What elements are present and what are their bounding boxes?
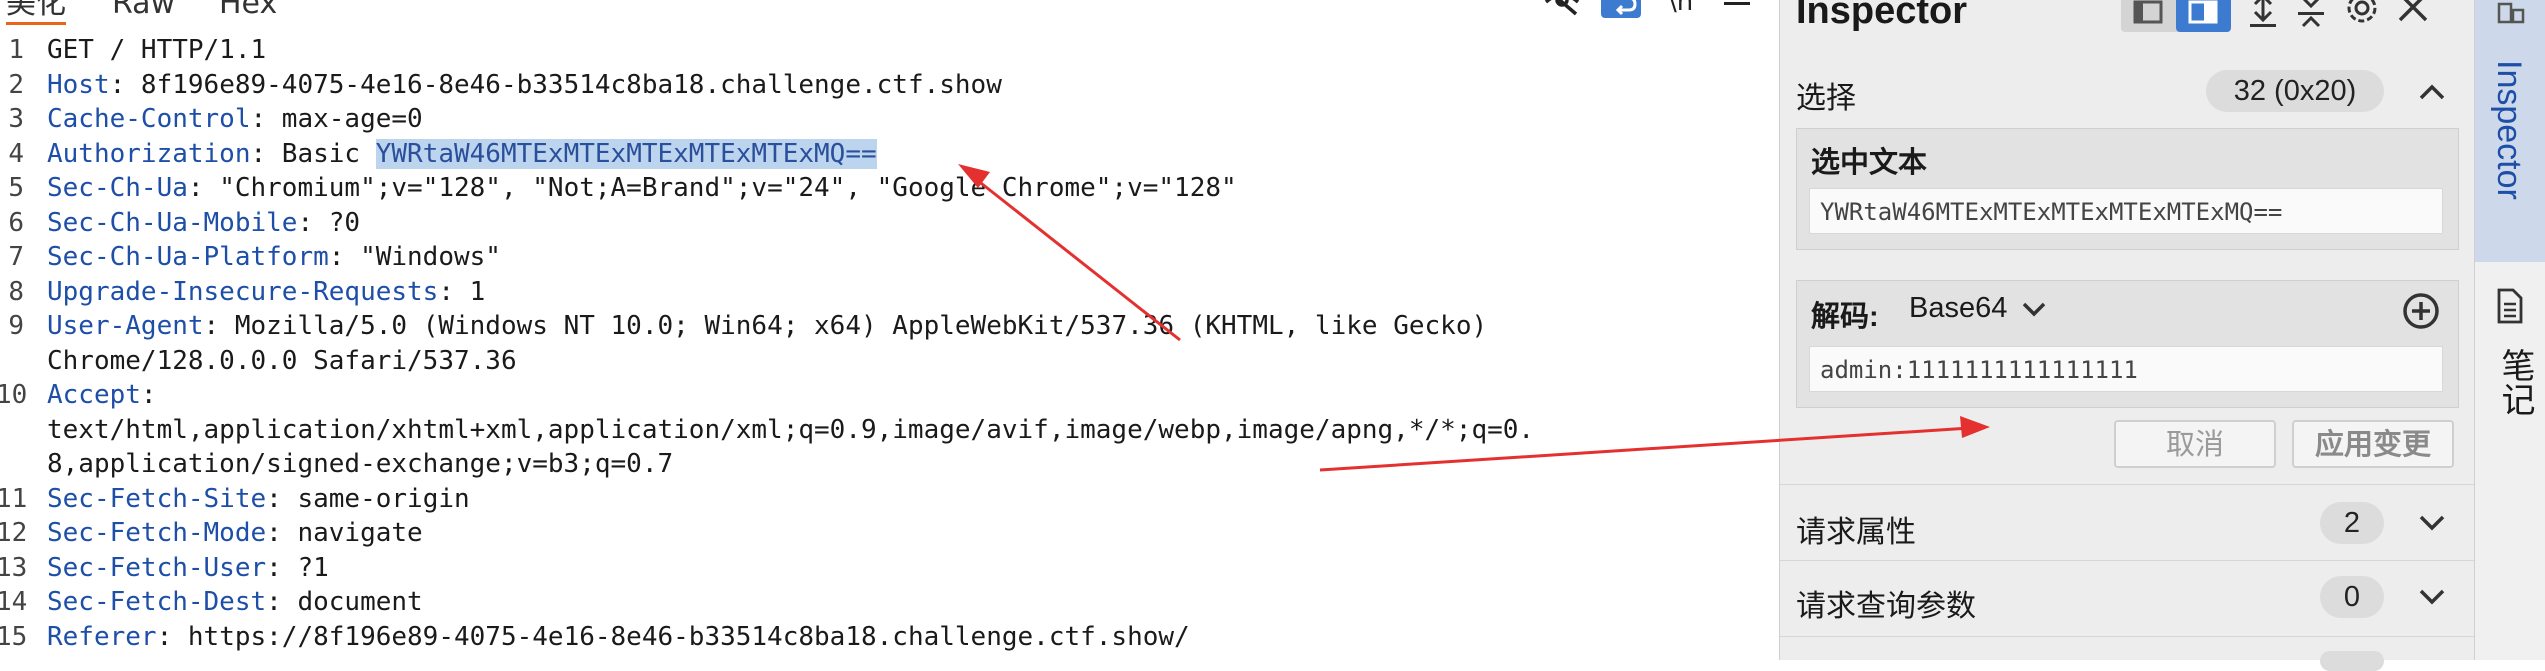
layout-toggle[interactable] [2121,0,2231,32]
expand-all-icon[interactable] [2246,0,2280,32]
decoded-value-field[interactable]: admin:1111111111111111 [1809,346,2443,392]
close-icon[interactable] [2396,0,2432,32]
selected-text-panel: 选中文本 YWRtaW46MTExMTExMTExMTExMTExMQ== [1796,128,2459,250]
code-line: 3 Cache-Control: max-age=0 [8,104,423,134]
query-params-row[interactable]: 请求查询参数 0 [1780,560,2474,636]
code-line: Chrome/128.0.0.0 Safari/537.36 [47,345,517,376]
header-name: Sec-Ch-Ua-Mobile [47,207,298,238]
request-attributes-count: 2 [2320,502,2384,544]
decode-label: 解码: [1811,301,1879,333]
hide-nonprintable-icon[interactable] [1542,0,1582,22]
rail-inspector-label: Inspector [2490,60,2528,200]
chevron-down-icon [2419,589,2445,605]
decoder-value: Base64 [1909,292,2008,324]
rail-inspector-tab[interactable]: Inspector [2475,0,2545,262]
header-name: Referer [47,621,157,652]
selected-text-title: 选中文本 [1811,147,1928,179]
header-name: Upgrade-Insecure-Requests [47,276,439,307]
code-line: 15 Referer: https://8f196e89-4075-4e16-8e… [0,621,1190,652]
chevron-up-icon[interactable] [2417,82,2447,102]
header-name: Sec-Fetch-Mode [47,518,267,548]
request-body[interactable]: 1 GET / HTTP/1.1 2 Host: 8f196e89-4075-4e1… [0,33,1778,654]
notes-icon [2497,288,2523,324]
code-line: 2 Host: 8f196e89-4075-4e16-8e46-b33514c8b… [8,69,1002,100]
request-attributes-label: 请求属性 [1796,516,1916,549]
query-params-label: 请求查询参数 [1796,590,1976,623]
svg-text:\n: \n [1668,0,1693,17]
header-name: Sec-Fetch-Dest [47,587,267,617]
tab-raw[interactable]: Raw [112,0,175,22]
add-decoder-icon[interactable] [2401,291,2441,331]
code-line: 8 Upgrade-Insecure-Requests: 1 [8,276,486,307]
code-line: 6 Sec-Ch-Ua-Mobile: ?0 [8,207,361,238]
code-line: 14 Sec-Fetch-Dest: document [0,587,423,617]
header-name: Accept [47,380,141,410]
code-line: text/html,application/xhtml+xml,applicat… [47,414,1535,445]
code-line: 5 Sec-Ch-Ua: "Chromium";v="128", "Not;A=B… [8,173,1237,203]
header-name: Cache-Control [47,104,251,134]
menu-icon[interactable] [1718,0,1758,22]
request-editor: 美化 Raw Hex \n 1 GET / HTTP/1.1 2 Host: 8f1… [0,0,1778,660]
code-line: 8,application/signed-exchange;v=b3;q=0.7 [47,449,674,479]
code-line: 1 GET / HTTP/1.1 [8,35,267,65]
code-line: 9 User-Agent: Mozilla/5.0 (Windows NT 10.… [8,311,1488,341]
cancel-button[interactable]: 取消 [2114,420,2276,468]
inspector-title: Inspector [1796,0,1968,32]
header-name: Sec-Ch-Ua [47,173,188,203]
editor-tabs: 美化 Raw Hex \n [0,0,1778,25]
selection-count: 32 (0x20) [2206,70,2384,112]
header-name: User-Agent [47,311,204,341]
side-rail: Inspector 笔记 [2474,0,2545,660]
gear-icon[interactable] [2342,0,2382,32]
code-line: 13 Sec-Fetch-User: ?1 [0,552,329,583]
code-line: 4 Authorization: Basic YWRtaW46MTExMTExMT… [8,138,877,169]
apply-changes-button[interactable]: 应用变更 [2292,420,2454,468]
inspector-icon [2497,2,2525,24]
decode-panel: 解码: Base64 admin:1111111111111111 [1796,280,2459,408]
chevron-down-icon [2419,515,2445,531]
code-line: 10 Accept: [0,380,157,410]
tab-pretty[interactable]: 美化 [6,0,66,25]
header-name: Authorization [47,138,251,169]
wrap-lines-icon[interactable] [1601,0,1641,20]
selected-text-field[interactable]: YWRtaW46MTExMTExMTExMTExMTExMQ== [1809,188,2443,234]
decoder-select[interactable]: Base64 [1909,287,2047,329]
newline-icon[interactable]: \n [1664,0,1704,22]
selection-label: 选择 [1796,82,1856,115]
header-name: Sec-Fetch-Site [47,483,267,514]
selected-credentials[interactable]: YWRtaW46MTExMTExMTExMTExMTExMQ== [375,138,877,169]
rail-notes-tab[interactable]: 笔记 [2475,262,2545,462]
header-name: Sec-Ch-Ua-Platform [47,242,329,272]
rail-notes-label: 笔记 [2496,348,2534,416]
code-line: 7 Sec-Ch-Ua-Platform: "Windows" [8,242,501,272]
header-name: Host [47,69,110,100]
next-section-row [1780,636,2474,671]
chevron-down-icon [2023,303,2046,317]
tab-hex[interactable]: Hex [219,0,277,22]
collapse-all-icon[interactable] [2294,0,2328,32]
inspector-panel: Inspector 选择 32 (0x20) 选中文本 YWRtaW46MTEx… [1779,0,2474,671]
query-params-count: 0 [2320,576,2384,618]
code-line: 12 Sec-Fetch-Mode: navigate [0,518,423,548]
request-attributes-row[interactable]: 请求属性 2 [1780,484,2474,560]
code-line: 11 Sec-Fetch-Site: same-origin [0,483,470,514]
header-name: Sec-Fetch-User [47,552,267,583]
